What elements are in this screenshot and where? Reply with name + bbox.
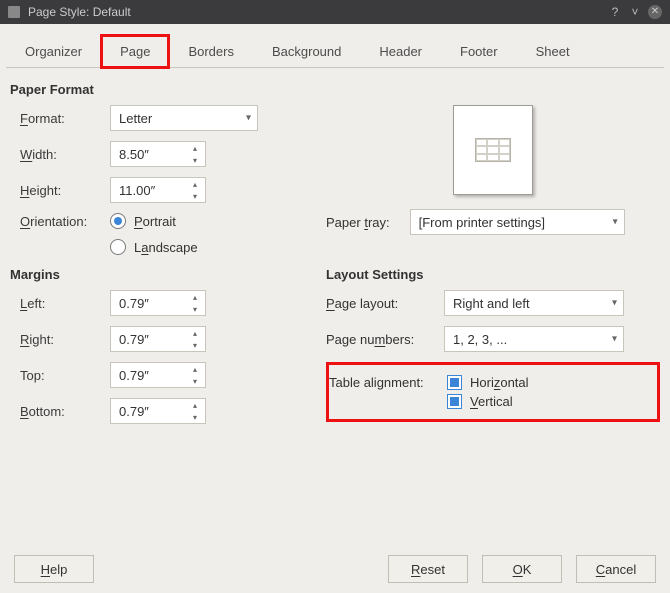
tab-bar: Organizer Page Borders Background Header… (6, 34, 664, 68)
page-layout-combo[interactable]: Right and left ▾ (444, 290, 624, 316)
spin-up-icon[interactable]: ▴ (187, 328, 203, 338)
tab-organizer[interactable]: Organizer (6, 35, 101, 68)
page-numbers-combo[interactable]: 1, 2, 3, ... ▾ (444, 326, 624, 352)
spin-down-icon[interactable]: ▾ (187, 304, 203, 314)
vertical-checkbox[interactable] (447, 394, 462, 409)
spin-down-icon[interactable]: ▾ (187, 191, 203, 201)
horizontal-label: Horizontal (470, 375, 529, 390)
help-button[interactable]: Help (14, 555, 94, 583)
spin-down-icon[interactable]: ▾ (187, 412, 203, 422)
portrait-radio[interactable] (110, 213, 126, 229)
orientation-label: Orientation: (10, 214, 110, 229)
format-value: Letter (119, 111, 152, 126)
tab-sheet[interactable]: Sheet (517, 35, 589, 68)
margin-bottom-spinner[interactable]: 0.79″ ▴▾ (110, 398, 206, 424)
margin-bottom-label: Bottom: (10, 404, 110, 419)
margin-left-label: Left: (10, 296, 110, 311)
chevron-down-icon: ▾ (613, 217, 618, 228)
width-value: 8.50″ (119, 147, 149, 162)
vertical-label: Vertical (470, 394, 513, 409)
height-value: 11.00″ (119, 183, 155, 198)
paper-tray-value: [From printer settings] (419, 215, 545, 230)
height-spinner[interactable]: 11.00″ ▴ ▾ (110, 177, 206, 203)
dialog-body: Organizer Page Borders Background Header… (0, 24, 670, 593)
ok-button[interactable]: OK (482, 555, 562, 583)
page-layout-label: Page layout: (326, 296, 444, 311)
spin-up-icon[interactable]: ▴ (187, 143, 203, 153)
cancel-button[interactable]: Cancel (576, 555, 656, 583)
margin-top-spinner[interactable]: 0.79″ ▴▾ (110, 362, 206, 388)
width-spinner[interactable]: 8.50″ ▴ ▾ (110, 141, 206, 167)
titlebar: Page Style: Default ? ˅ ✕ (0, 0, 670, 24)
chevron-down-icon: ▾ (612, 334, 617, 345)
window-title: Page Style: Default (28, 5, 131, 19)
chevron-down-icon: ▾ (246, 113, 251, 124)
portrait-label: Portrait (134, 214, 176, 229)
format-label: Format: (10, 111, 110, 126)
page-numbers-label: Page numbers: (326, 332, 444, 347)
tab-header[interactable]: Header (360, 35, 441, 68)
paper-tray-label: Paper tray: (326, 215, 390, 230)
margins-heading: Margins (10, 267, 310, 282)
tab-background[interactable]: Background (253, 35, 360, 68)
spin-up-icon[interactable]: ▴ (187, 400, 203, 410)
paper-format-heading: Paper Format (10, 82, 660, 97)
close-icon[interactable]: ✕ (648, 5, 662, 19)
page-preview (453, 105, 533, 195)
app-icon (8, 6, 20, 18)
paper-tray-combo[interactable]: [From printer settings] ▾ (410, 209, 625, 235)
horizontal-checkbox[interactable] (447, 375, 462, 390)
spin-down-icon[interactable]: ▾ (187, 340, 203, 350)
tab-borders[interactable]: Borders (169, 35, 253, 68)
layout-heading: Layout Settings (326, 267, 660, 282)
table-alignment-label: Table alignment: (329, 375, 447, 390)
chevron-down-icon: ▾ (612, 298, 617, 309)
tab-content: Paper Format Format: Letter ▾ Width: 8.5… (6, 68, 664, 585)
spin-down-icon[interactable]: ▾ (187, 155, 203, 165)
table-alignment-group: Table alignment: Horizontal Vertical (326, 362, 660, 422)
minimize-icon[interactable]: ˅ (628, 5, 642, 19)
dialog-buttons: Help Reset OK Cancel (10, 545, 660, 585)
margin-right-spinner[interactable]: 0.79″ ▴▾ (110, 326, 206, 352)
spin-down-icon[interactable]: ▾ (187, 376, 203, 386)
margin-left-spinner[interactable]: 0.79″ ▴▾ (110, 290, 206, 316)
spin-up-icon[interactable]: ▴ (187, 292, 203, 302)
margin-right-label: Right: (10, 332, 110, 347)
tab-page[interactable]: Page (101, 35, 169, 68)
landscape-label: Landscape (134, 240, 198, 255)
spin-up-icon[interactable]: ▴ (187, 364, 203, 374)
reset-button[interactable]: Reset (388, 555, 468, 583)
landscape-radio[interactable] (110, 239, 126, 255)
format-combo[interactable]: Letter ▾ (110, 105, 258, 131)
spin-up-icon[interactable]: ▴ (187, 179, 203, 189)
window-help-icon[interactable]: ? (608, 5, 622, 19)
width-label: Width: (10, 147, 110, 162)
margin-top-label: Top: (10, 368, 110, 383)
height-label: Height: (10, 183, 110, 198)
tab-footer[interactable]: Footer (441, 35, 517, 68)
